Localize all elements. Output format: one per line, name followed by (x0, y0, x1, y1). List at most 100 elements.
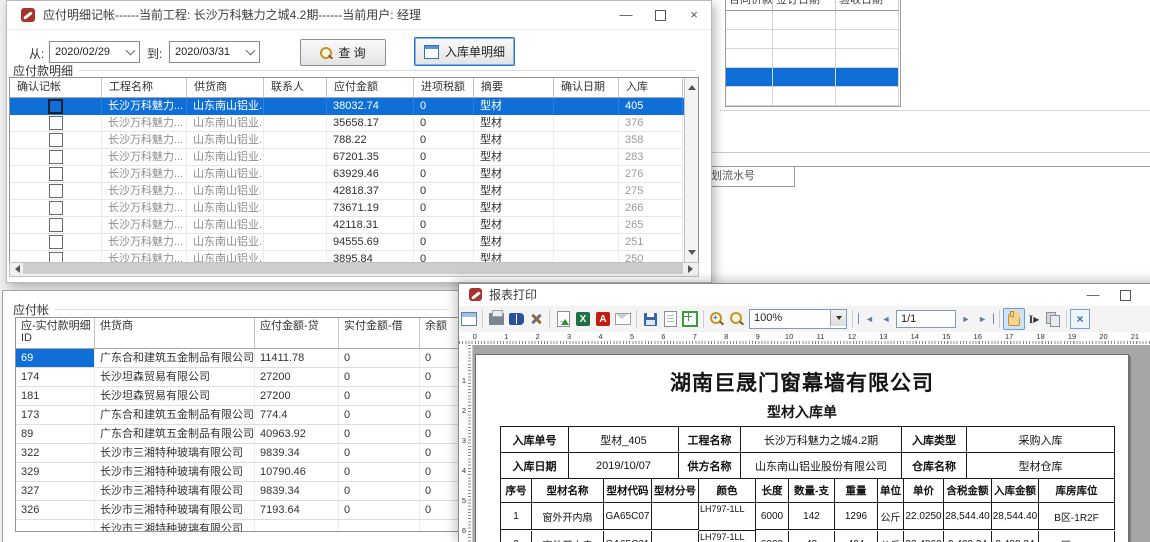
scroll-right-icon[interactable] (688, 265, 697, 273)
excel-export-icon[interactable]: X (574, 310, 592, 328)
table-row[interactable]: 326 长沙市三湘特种玻璃有限公司 7193.64 0 0 (16, 501, 508, 520)
column-header[interactable]: 应付金额-贷 (255, 318, 339, 349)
close-button[interactable]: × (1141, 284, 1150, 306)
table-row[interactable]: 89 广东合和建筑五金制品有限公司 40963.92 0 0 (16, 425, 508, 444)
detail-column-header: 入库金额 (992, 479, 1039, 503)
column-header[interactable]: 应付金额 (327, 78, 414, 98)
zoom-in-icon[interactable]: + (708, 310, 726, 328)
save-icon[interactable] (641, 310, 659, 328)
close-preview-button[interactable]: × (1070, 309, 1090, 329)
info-value: 型材_405 (569, 427, 679, 453)
table-row[interactable]: 长沙万科魅力... 山东南山铝业... 38032.74 0 型材 405 (10, 98, 698, 115)
mail-icon[interactable] (614, 310, 632, 328)
contract-table-row[interactable] (726, 68, 900, 87)
table-row[interactable]: 长沙万科魅力... 山东南山铝业... 42118.31 0 型材 265 (10, 217, 698, 234)
confirm-checkbox[interactable] (49, 201, 63, 215)
ruler-number: 4 (459, 466, 469, 496)
table-row[interactable]: 322 长沙市三湘特种玻璃有限公司 9839.34 0 0 (16, 444, 508, 463)
confirm-checkbox[interactable] (48, 99, 63, 114)
confirm-checkbox[interactable] (49, 235, 63, 249)
column-header[interactable]: 入库 (619, 78, 683, 98)
table-row[interactable]: 长沙市三湘特种玻璃有限公司 (16, 520, 508, 532)
document-icon[interactable] (661, 310, 679, 328)
minimize-button[interactable]: — (609, 1, 643, 29)
horizontal-scrollbar[interactable] (9, 262, 699, 277)
table-row[interactable]: 329 长沙市三湘特种玻璃有限公司 10790.46 0 0 (16, 463, 508, 482)
contract-table-row[interactable] (726, 11, 900, 30)
table-row[interactable]: 长沙万科魅力... 山东南山铝业... 35658.17 0 型材 376 (10, 115, 698, 132)
titlebar[interactable]: 应付明细记帐------当前工程: 长沙万科魅力之城4.2期------当前用户… (7, 1, 711, 30)
maximize-button[interactable] (1109, 284, 1141, 306)
detail-column-header: 库房库位 (1039, 479, 1115, 503)
debit-cell: 0 (339, 482, 420, 501)
from-date-select[interactable]: 2020/02/29 (49, 41, 140, 63)
text-select-button[interactable]: I▸ (1025, 312, 1043, 327)
contract-table-row[interactable] (726, 87, 900, 106)
zoom-out-icon[interactable] (728, 310, 746, 328)
tools-icon[interactable] (527, 310, 545, 328)
close-button[interactable]: × (677, 1, 711, 29)
next-page-button[interactable]: ► (956, 314, 976, 324)
confirm-checkbox[interactable] (49, 133, 63, 147)
column-header[interactable]: 确认记帐 (10, 78, 102, 98)
chevron-down-icon[interactable] (830, 310, 846, 326)
table-row[interactable]: 174 长沙坦森贸易有限公司 27200 0 0 (16, 368, 508, 387)
info-value: 型材仓库 (967, 453, 1115, 479)
table-row[interactable]: 长沙万科魅力... 山东南山铝业... 73671.19 0 型材 266 (10, 200, 698, 217)
contract-table-row[interactable] (726, 49, 900, 68)
prev-page-button[interactable]: ◄ (876, 314, 896, 324)
table-icon[interactable] (460, 310, 478, 328)
grid-export-icon[interactable] (681, 310, 699, 328)
ruler-number: 13 (868, 332, 899, 342)
table-row[interactable]: 长沙万科魅力... 山东南山铝业... 42818.37 0 型材 275 (10, 183, 698, 200)
pdf-export-icon[interactable]: A (594, 310, 612, 328)
table-row[interactable]: 长沙万科魅力... 山东南山铝业... 63929.46 0 型材 276 (10, 166, 698, 183)
column-header[interactable]: 确认日期 (554, 78, 619, 98)
minimize-button[interactable]: — (1077, 284, 1109, 306)
table-row[interactable]: 长沙万科魅力... 山东南山铝业... 67201.35 0 型材 283 (10, 149, 698, 166)
column-header[interactable]: 供货商 (95, 318, 255, 349)
confirm-checkbox[interactable] (49, 218, 63, 232)
column-header[interactable]: 联系人 (264, 78, 327, 98)
confirm-checkbox[interactable] (49, 116, 63, 130)
column-header[interactable]: 应-实付款明细ID (16, 318, 95, 349)
vertical-scrollbar[interactable] (684, 78, 698, 262)
id-cell: 69 (16, 349, 95, 368)
export-icon[interactable] (554, 310, 572, 328)
column-header[interactable]: 实付金额-借 (339, 318, 420, 349)
table-row[interactable]: 327 长沙市三湘特种玻璃有限公司 9839.34 0 0 (16, 482, 508, 501)
summary-cell: 型材 (474, 183, 554, 200)
column-header[interactable]: 工程名称 (102, 78, 187, 98)
confirm-checkbox[interactable] (49, 150, 63, 164)
print-preview-area[interactable]: 123456 湖南巨晟门窗幕墙有限公司 型材入库单 入库单号 型材_405 工程… (459, 345, 1150, 542)
hand-tool-button[interactable] (1003, 308, 1025, 330)
table-row[interactable]: 181 长沙坦森贸易有限公司 27200 0 0 (16, 387, 508, 406)
maximize-button[interactable] (643, 1, 677, 29)
print-icon[interactable] (487, 310, 505, 328)
column-header[interactable]: 摘要 (474, 78, 554, 98)
ruler-number: 2 (522, 332, 553, 342)
scroll-down-icon[interactable] (688, 250, 696, 259)
column-header[interactable]: 供货商 (187, 78, 264, 98)
last-page-button[interactable]: ► (976, 314, 996, 325)
contract-table-row[interactable] (726, 30, 900, 49)
to-date-select[interactable]: 2020/03/31 (169, 41, 260, 63)
table-row[interactable]: 长沙万科魅力... 山东南山铝业... 94555.69 0 型材 251 (10, 234, 698, 251)
summary-cell: 型材 (474, 166, 554, 183)
page-number-input[interactable]: 1/1 (896, 310, 956, 328)
zoom-select[interactable]: 100% (749, 309, 847, 329)
scroll-up-icon[interactable] (688, 81, 696, 90)
first-page-button[interactable]: ◄ (856, 314, 876, 325)
scroll-left-icon[interactable] (11, 265, 20, 273)
book-icon[interactable] (507, 310, 525, 328)
seq-cell: 2 (501, 531, 532, 542)
titlebar[interactable]: 报表打印 — × (459, 284, 1150, 307)
table-row[interactable]: 173 广东合和建筑五金制品有限公司 774.4 0 0 (16, 406, 508, 425)
table-row[interactable]: 长沙万科魅力... 山东南山铝业... 788.22 0 型材 358 (10, 132, 698, 149)
confirm-checkbox[interactable] (49, 167, 63, 181)
scrollbar-thumb[interactable] (23, 263, 683, 274)
copy-button[interactable] (1044, 310, 1062, 328)
table-row[interactable]: 69 广东合和建筑五金制品有限公司 11411.78 0 0 (16, 349, 508, 368)
column-header[interactable]: 进项税额 (414, 78, 474, 98)
confirm-checkbox[interactable] (49, 184, 63, 198)
